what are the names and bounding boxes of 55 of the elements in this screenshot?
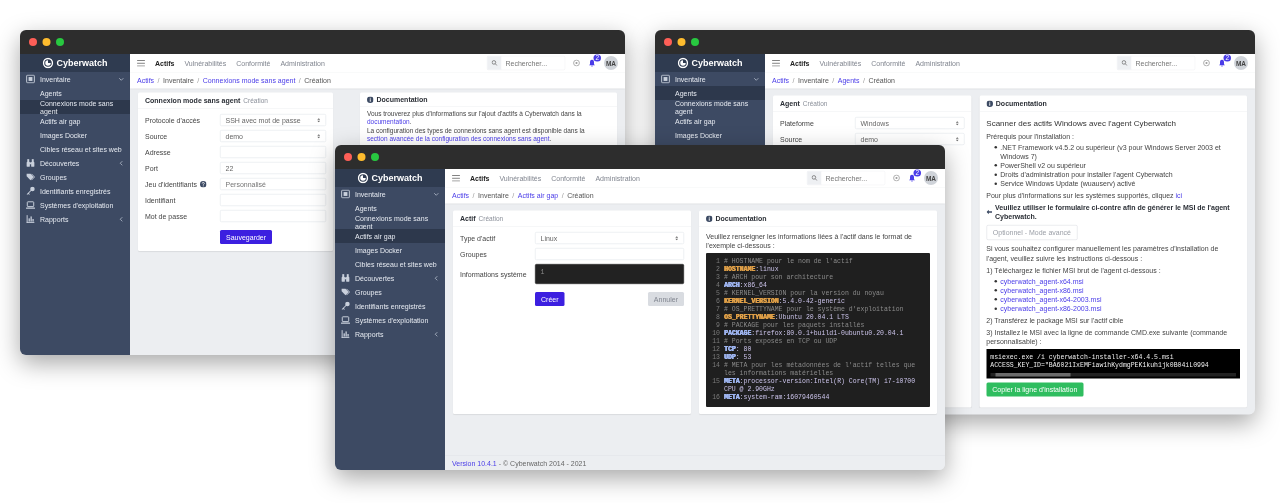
caret-icon [675,235,679,241]
tags-icon [341,287,350,297]
caret-icon [955,136,959,142]
logo-icon [42,57,54,69]
menu-icon[interactable] [452,174,460,182]
chart-icon [341,329,350,339]
close-button[interactable] [29,38,37,46]
bullet-icon [994,298,997,301]
maximize-button[interactable] [371,153,379,161]
key-icon [26,186,35,196]
info-icon [706,215,713,222]
maximize-button[interactable] [56,38,64,46]
info-icon [367,96,374,103]
app-name: Cyberwatch [691,57,743,69]
minimize-button[interactable] [42,38,51,46]
caret-icon [317,117,321,123]
caret-icon [955,120,959,126]
close-button[interactable] [344,153,352,161]
app-name: Cyberwatch [56,57,108,69]
app-name: Cyberwatch [371,172,423,184]
bell-icon[interactable] [588,59,596,67]
binoculars-icon [341,273,350,283]
minimize-button[interactable] [357,153,366,161]
chart-icon [26,214,35,224]
tags-icon [26,172,35,182]
text-field[interactable] [220,194,326,206]
caret-icon [317,133,321,139]
close-button[interactable] [664,38,672,46]
grid-icon [341,189,350,199]
scrollbar[interactable] [990,373,1236,377]
help-icon[interactable] [199,180,207,188]
arrow-left-icon [986,209,992,215]
bullet-icon [994,182,997,185]
info-icon [986,100,993,107]
bullet-icon [994,307,997,310]
bullet-icon [994,164,997,167]
doc-heading: Scanner des actifs Windows avec l'agent Cyberwatch [986,118,1177,129]
bell-icon[interactable] [1218,59,1226,67]
bullet-icon [994,289,997,292]
menu-icon[interactable] [137,59,145,67]
logo-icon [677,57,689,69]
menu-icon[interactable] [772,59,780,67]
key-icon [341,301,350,311]
logo-icon [357,172,369,184]
text-field[interactable] [220,210,326,222]
binoculars-icon [26,158,35,168]
maximize-button[interactable] [691,38,699,46]
grid-icon [661,74,670,84]
bell-icon[interactable] [908,174,916,182]
minimize-button[interactable] [677,38,686,46]
grid-icon [26,74,35,84]
text-field[interactable] [220,146,326,158]
bullet-icon [994,280,997,283]
bullet-icon [994,173,997,176]
bullet-icon [994,146,997,149]
